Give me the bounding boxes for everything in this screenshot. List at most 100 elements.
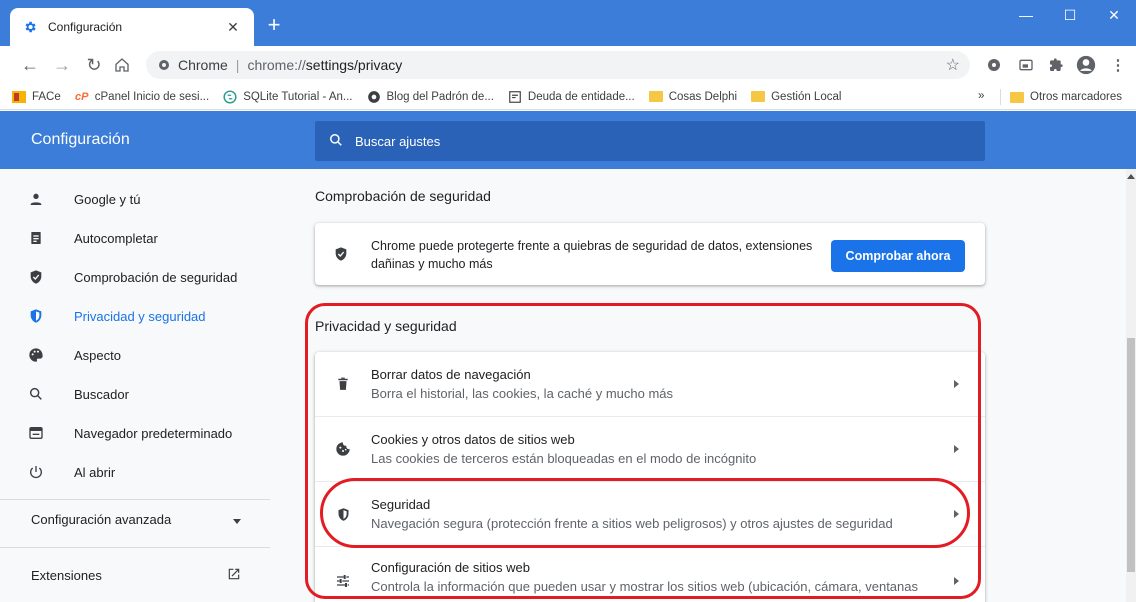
safety-check-text-line: Chrome puede protegerte frente a quiebra… — [371, 239, 813, 253]
forward-icon[interactable]: → — [50, 53, 74, 77]
sidebar: Google y tú Autocompletar Comprobación d… — [0, 169, 270, 602]
bookmark-item[interactable]: Deuda de entidade... — [508, 90, 635, 104]
sidebar-item-on-startup[interactable]: Al abrir — [24, 454, 254, 490]
sidebar-item-label: Navegador predeterminado — [74, 425, 233, 441]
bookmark-folder[interactable]: Cosas Delphi — [648, 90, 738, 104]
sidebar-item-label: Autocompletar — [74, 230, 158, 246]
url-host: chrome:// — [247, 57, 306, 73]
cpanel-icon: cP — [75, 90, 89, 103]
face-logo-icon — [12, 90, 26, 104]
safety-check-text: Chrome puede protegerte frente a quiebra… — [371, 237, 812, 273]
extension-icon[interactable] — [984, 55, 1004, 75]
sidebar-item-label: Al abrir — [74, 464, 116, 480]
maximize-button[interactable]: ☐ — [1048, 0, 1092, 30]
address-bar[interactable]: Chrome | chrome://settings/privacy ☆ — [146, 51, 970, 79]
shield-icon — [24, 304, 48, 328]
url-text: chrome://settings/privacy — [247, 57, 402, 73]
sidebar-item-extensions[interactable]: Extensiones — [31, 567, 241, 584]
profile-icon[interactable] — [1076, 55, 1096, 75]
search-icon — [24, 382, 48, 406]
scrollbar-thumb[interactable] — [1127, 338, 1135, 572]
new-tab-button[interactable]: + — [262, 14, 286, 38]
bookmark-label: cPanel Inicio de sesi... — [94, 90, 210, 103]
other-bookmarks-label: Otros marcadores — [1030, 91, 1123, 103]
folder-icon — [648, 90, 663, 104]
safety-check-text-line: dañinas y mucho más — [371, 257, 493, 271]
power-icon — [24, 460, 48, 484]
document-icon — [508, 90, 522, 104]
external-link-icon — [227, 567, 241, 584]
safety-check-card: Chrome puede protegerte frente a quiebra… — [315, 223, 985, 285]
sidebar-item-label: Google y tú — [74, 191, 141, 207]
chrome-icon — [158, 59, 170, 71]
cast-icon[interactable] — [1016, 55, 1036, 75]
chevron-down-icon — [233, 519, 241, 524]
other-bookmarks-folder[interactable]: Otros marcadores — [1010, 90, 1122, 104]
bookmark-label: FACe — [32, 90, 61, 103]
sidebar-item-appearance[interactable]: Aspecto — [24, 337, 254, 373]
menu-icon[interactable]: ⋮ — [1108, 55, 1128, 75]
folder-icon — [751, 90, 766, 104]
browser-tab[interactable]: Configuración ✕ — [10, 8, 254, 46]
close-tab-icon[interactable]: ✕ — [224, 19, 242, 36]
browser-icon — [24, 421, 48, 445]
sidebar-advanced-toggle[interactable]: Configuración avanzada — [31, 512, 241, 527]
settings-header: Configuración Buscar ajustes — [0, 111, 1136, 169]
url-separator: | — [235, 57, 240, 73]
title-bar: Configuración ✕ + — ☐ ✕ — [0, 0, 1136, 46]
sidebar-divider — [0, 547, 270, 548]
bookmark-item[interactable]: SQLite Tutorial - An... — [223, 89, 353, 104]
advanced-label: Configuración avanzada — [31, 512, 172, 527]
sidebar-item-autofill[interactable]: Autocompletar — [24, 220, 254, 256]
sqlite-icon — [223, 89, 237, 104]
sidebar-item-label: Comprobación de seguridad — [74, 269, 238, 285]
puzzle-icon[interactable] — [1046, 55, 1066, 75]
back-icon[interactable]: ← — [18, 53, 42, 77]
extensions-label: Extensiones — [31, 568, 102, 583]
search-icon — [329, 133, 343, 150]
bookmark-label: Gestión Local — [771, 90, 842, 103]
minimize-button[interactable]: — — [1004, 0, 1048, 30]
shield-check-icon — [333, 245, 349, 268]
folder-icon — [1010, 90, 1024, 104]
bookmarks-overflow-button[interactable]: » — [978, 90, 984, 102]
sidebar-item-label: Buscador — [74, 386, 129, 402]
sidebar-item-search-engine[interactable]: Buscador — [24, 376, 254, 412]
bookmark-item[interactable]: cP cPanel Inicio de sesi... — [75, 90, 209, 104]
bookmark-label: Cosas Delphi — [668, 90, 738, 103]
url-path: settings/privacy — [305, 57, 403, 73]
sidebar-item-safety-check[interactable]: Comprobación de seguridad — [24, 259, 254, 295]
home-icon[interactable] — [110, 53, 134, 77]
sidebar-item-label: Privacidad y seguridad — [74, 308, 206, 324]
blog-icon — [367, 90, 381, 104]
browser-toolbar: ← → ↻ Chrome | chrome://settings/privacy… — [0, 46, 1136, 84]
page-title: Configuración — [31, 131, 130, 148]
bookmark-item[interactable]: FACe — [12, 90, 61, 104]
reload-icon[interactable]: ↻ — [82, 53, 106, 77]
annotation-security-row — [320, 478, 970, 548]
sidebar-item-privacy[interactable]: Privacidad y seguridad — [24, 298, 254, 334]
check-now-button[interactable]: Comprobar ahora — [831, 240, 965, 272]
bookmarks-bar: FACe cP cPanel Inicio de sesi... SQLite … — [0, 84, 1136, 110]
sidebar-divider — [0, 499, 270, 500]
bookmark-item[interactable]: Blog del Padrón de... — [367, 90, 494, 104]
search-input[interactable]: Buscar ajustes — [315, 121, 985, 161]
annotation-privacy-section — [305, 303, 981, 599]
person-icon — [24, 187, 48, 211]
palette-icon — [24, 343, 48, 367]
bookmarks-divider — [1000, 89, 1001, 105]
safety-check-heading: Comprobación de seguridad — [315, 188, 491, 204]
gear-icon — [22, 19, 38, 35]
bookmark-star-icon[interactable]: ☆ — [946, 55, 960, 75]
bookmark-folder[interactable]: Gestión Local — [751, 90, 841, 104]
scroll-up-arrow-icon[interactable] — [1127, 174, 1135, 179]
sidebar-item-label: Aspecto — [74, 347, 121, 363]
bookmark-label: Blog del Padrón de... — [386, 90, 494, 103]
sidebar-item-default-browser[interactable]: Navegador predeterminado — [24, 415, 254, 451]
close-window-button[interactable]: ✕ — [1092, 0, 1136, 30]
shield-check-icon — [24, 265, 48, 289]
sidebar-item-google[interactable]: Google y tú — [24, 181, 254, 217]
bookmark-label: Deuda de entidade... — [527, 90, 635, 103]
site-name: Chrome — [178, 57, 228, 73]
tab-title: Configuración — [48, 20, 123, 34]
